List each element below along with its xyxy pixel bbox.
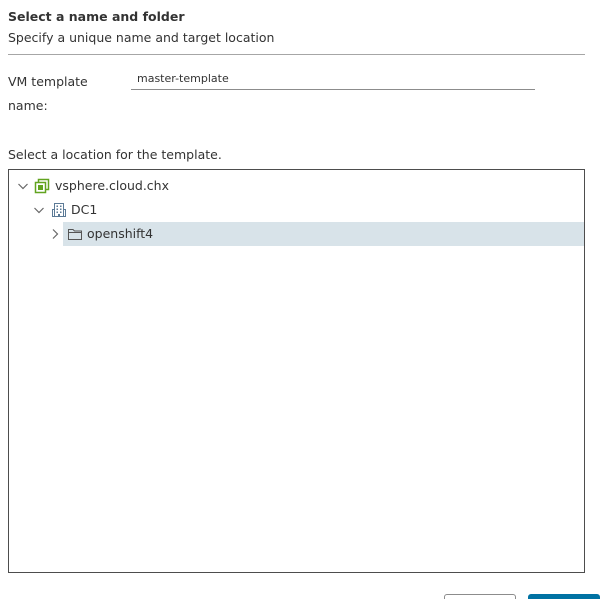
chevron-down-icon[interactable] xyxy=(33,204,45,216)
tree-node-label: DC1 xyxy=(71,202,98,217)
select-name-folder-page: Select a name and folder Specify a uniqu… xyxy=(0,0,605,599)
datacenter-icon xyxy=(51,202,67,218)
folder-icon xyxy=(67,226,83,242)
vm-template-name-label: VM template name: xyxy=(8,74,88,113)
tree-node-folder[interactable]: openshift4 xyxy=(9,222,584,246)
location-tree: vsphere.cloud.chx DC1 openshift4 xyxy=(8,169,585,573)
header-divider xyxy=(8,54,585,55)
chevron-down-icon[interactable] xyxy=(17,180,29,192)
tree-node-label: vsphere.cloud.chx xyxy=(55,178,170,193)
tree-node-datacenter[interactable]: DC1 xyxy=(9,198,584,222)
chevron-right-icon[interactable] xyxy=(49,228,61,240)
vcenter-icon xyxy=(34,178,50,194)
tree-node-label: openshift4 xyxy=(87,226,154,241)
location-label: Select a location for the template. xyxy=(8,147,222,162)
tree-node-vcenter[interactable]: vsphere.cloud.chx xyxy=(9,174,584,198)
page-title: Select a name and folder xyxy=(8,9,185,24)
page-subtitle: Specify a unique name and target locatio… xyxy=(8,30,275,45)
next-button[interactable] xyxy=(528,594,600,599)
cancel-button[interactable] xyxy=(444,594,516,599)
vm-template-name-input[interactable] xyxy=(131,68,535,90)
